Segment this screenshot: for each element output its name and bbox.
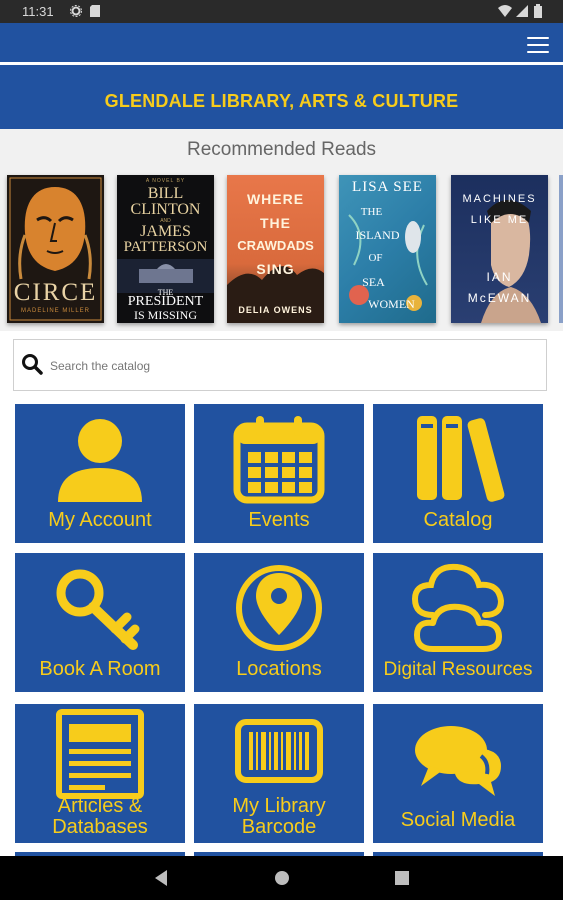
next-book-cover-edge xyxy=(559,175,563,323)
tile-book-a-room[interactable]: Book A Room xyxy=(15,553,185,692)
book-author-2b: PATTERSON xyxy=(123,239,208,255)
app-header: GLENDALE LIBRARY, ARTS & CULTURE xyxy=(0,23,563,129)
hamburger-menu-button[interactable] xyxy=(527,36,549,54)
tile-events[interactable]: Events xyxy=(194,404,364,543)
book-author-1b: CLINTON xyxy=(130,201,201,218)
tile-label: Catalog xyxy=(423,509,493,531)
search-icon xyxy=(22,354,43,375)
book-author-line2: McEWAN xyxy=(467,291,532,305)
barcode-icon xyxy=(235,719,323,783)
status-time: 11:31 xyxy=(22,4,54,19)
status-bar: 11:31 xyxy=(0,0,563,23)
cloud-icon xyxy=(411,563,505,652)
book-title-line4: SEA xyxy=(362,275,385,289)
book-author-line1: IAN xyxy=(486,270,513,284)
newspaper-icon xyxy=(56,709,144,799)
wifi-icon xyxy=(498,5,512,17)
book-title-line2: ISLAND xyxy=(355,228,400,242)
system-nav-bar xyxy=(0,856,563,900)
tile-label-line1: My Library xyxy=(232,795,326,817)
tile-label-line2: Databases xyxy=(52,816,148,838)
book-title-line3: OF xyxy=(368,252,383,264)
book-title-line3: IS MISSING xyxy=(133,308,197,322)
book-title-line4: SING xyxy=(256,261,295,277)
book-author: DELIA OWENS xyxy=(238,305,313,315)
tile-social-media[interactable]: Social Media xyxy=(373,704,543,843)
tile-label: Locations xyxy=(236,658,322,680)
book-title-line1: THE xyxy=(360,206,383,218)
tile-label: Digital Resources xyxy=(383,659,533,680)
tile-label-line1: Articles & xyxy=(57,795,143,817)
recommended-reads-carousel: Recommended Reads CIRCE MADELINE MILLER … xyxy=(0,129,563,331)
book-cover-island-of-sea-women[interactable]: LISA SEE THE ISLAND OF SEA WOMEN xyxy=(339,175,436,323)
page-title: GLENDALE LIBRARY, ARTS & CULTURE xyxy=(104,91,459,111)
books-icon xyxy=(417,416,505,502)
chat-bubbles-icon xyxy=(415,726,501,796)
book-title-line5: WOMEN xyxy=(368,297,415,311)
book-title-line2: THE xyxy=(260,215,291,231)
recents-square-icon[interactable] xyxy=(394,869,410,887)
book-title-line1: WHERE xyxy=(246,191,305,207)
catalog-search-box[interactable] xyxy=(13,339,547,391)
calendar-icon xyxy=(233,416,325,504)
person-icon xyxy=(58,419,142,502)
book-kicker: A NOVEL BY xyxy=(145,178,186,184)
tile-label: Social Media xyxy=(400,809,516,831)
book-title: CIRCE xyxy=(13,279,98,306)
book-title-line3: CRAWDADS xyxy=(237,238,314,253)
tile-label: Book A Room xyxy=(39,658,161,680)
book-author: LISA SEE xyxy=(352,179,423,195)
tile-digital-resources[interactable]: Digital Resources xyxy=(373,553,543,692)
book-cover-where-the-crawdads-sing[interactable]: WHERE THE CRAWDADS SING DELIA OWENS xyxy=(227,175,324,323)
book-cover-machines-like-me[interactable]: MACHINES LIKE ME IAN McEWAN xyxy=(451,175,548,323)
cell-signal-icon xyxy=(516,5,528,17)
key-icon xyxy=(56,569,140,650)
back-triangle-icon[interactable] xyxy=(153,869,169,887)
sd-card-icon xyxy=(90,5,100,17)
location-pin-icon xyxy=(236,565,322,651)
tile-articles-databases[interactable]: Articles & Databases xyxy=(15,704,185,843)
book-cover-circe[interactable]: CIRCE MADELINE MILLER xyxy=(7,175,104,323)
book-title-line2: LIKE ME xyxy=(470,214,529,226)
search-input[interactable] xyxy=(48,355,532,377)
recommended-reads-heading: Recommended Reads xyxy=(186,139,377,160)
book-cover-president-is-missing[interactable]: A NOVEL BY BILL CLINTON AND JAMES PATTER… xyxy=(117,175,214,323)
tile-label: Events xyxy=(248,509,310,531)
tile-my-library-barcode[interactable]: My Library Barcode xyxy=(194,704,364,843)
book-author: MADELINE MILLER xyxy=(20,308,90,314)
book-title-line1: MACHINES xyxy=(462,193,537,205)
tile-locations[interactable]: Locations xyxy=(194,553,364,692)
header-divider xyxy=(0,62,563,65)
battery-icon xyxy=(534,4,542,18)
tile-catalog[interactable]: Catalog xyxy=(373,404,543,543)
tile-label-line2: Barcode xyxy=(241,816,317,838)
home-circle-icon[interactable] xyxy=(273,869,291,887)
settings-icon xyxy=(70,5,82,17)
tile-my-account[interactable]: My Account xyxy=(15,404,185,543)
tile-label: My Account xyxy=(48,509,152,531)
